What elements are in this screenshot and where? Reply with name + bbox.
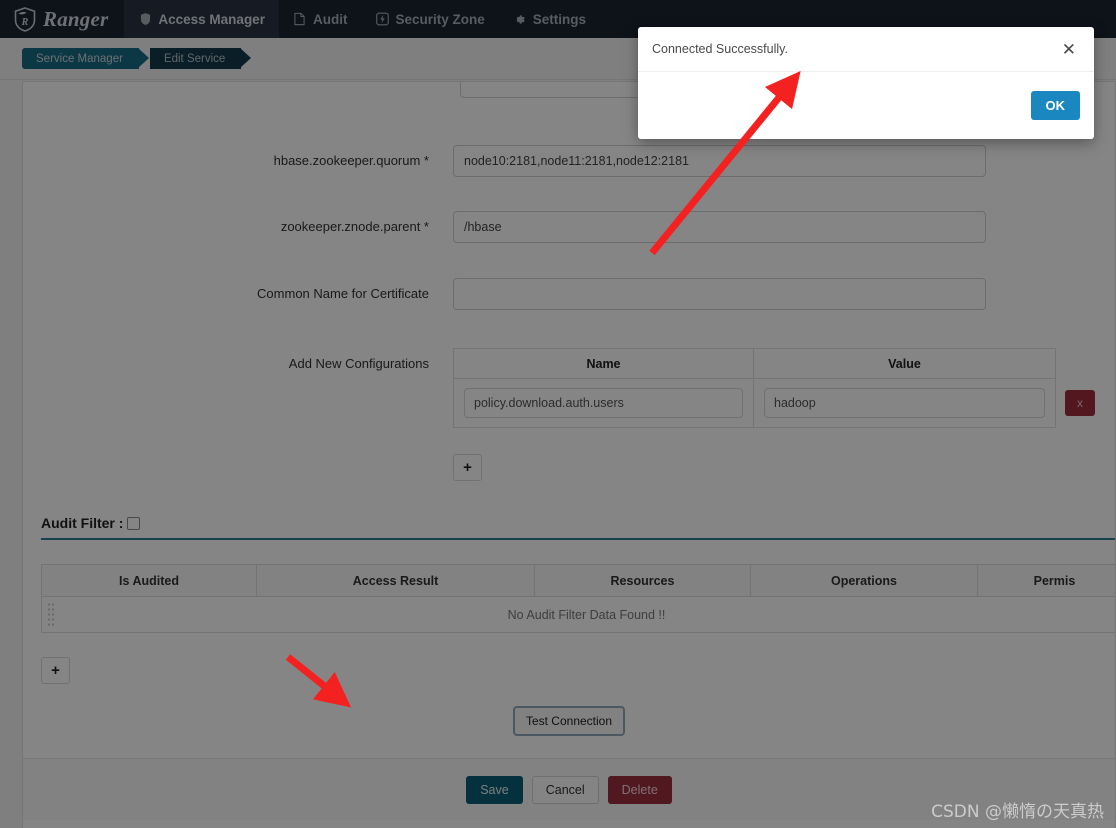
dialog-header: Connected Successfully. ✕: [638, 27, 1094, 72]
app-root: R Ranger Access Manager Audit Security Z…: [0, 0, 1116, 828]
ok-button[interactable]: OK: [1030, 91, 1080, 120]
close-icon[interactable]: ✕: [1062, 41, 1076, 58]
watermark: CSDN @懒惰の天真热: [931, 802, 1104, 822]
dialog-footer: OK: [638, 72, 1094, 139]
connection-result-dialog: Connected Successfully. ✕ OK: [638, 27, 1094, 139]
dialog-message: Connected Successfully.: [652, 42, 788, 56]
